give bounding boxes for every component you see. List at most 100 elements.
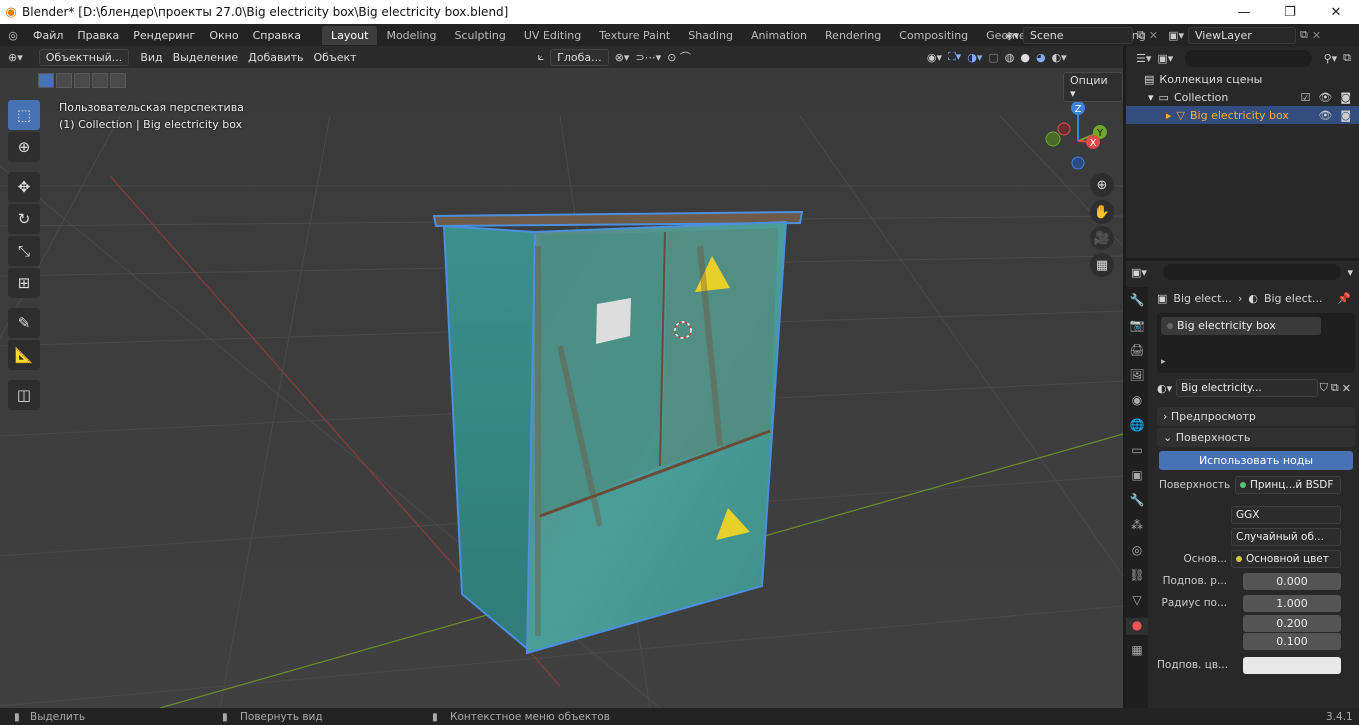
visibility-icon[interactable]: ◉▾ [927, 51, 942, 64]
select-extend-button[interactable] [56, 73, 72, 88]
options-dropdown[interactable]: Опции ▾ [1063, 72, 1123, 102]
fake-user-icon[interactable]: ⛉ [1320, 381, 1328, 395]
workspace-tab-texture-paint[interactable]: Texture Paint [590, 26, 679, 45]
overlay-toggle-icon[interactable]: ◑▾ [967, 51, 982, 64]
scene-icon[interactable]: ◈▾ [1005, 29, 1019, 42]
transform-orientation-dropdown[interactable]: Глоба... [550, 48, 609, 66]
delete-viewlayer-icon[interactable]: ✕ [1312, 29, 1321, 42]
modifier-tab-icon[interactable]: 🔧 [1130, 493, 1145, 510]
camera-icon[interactable]: ◙ [1340, 91, 1351, 104]
interaction-mode-dropdown[interactable]: Объектный... [38, 48, 130, 66]
viewlayer-icon[interactable]: ▣▾ [1168, 29, 1184, 42]
new-viewlayer-icon[interactable]: ⧉ [1300, 28, 1308, 42]
slot-expand-icon[interactable]: ▸ [1161, 357, 1166, 367]
outliner-editor-type-icon[interactable]: ☰▾ [1136, 52, 1151, 65]
perspective-toggle-icon[interactable]: ▦ [1090, 253, 1114, 277]
scene-name-field[interactable]: Scene [1022, 26, 1133, 44]
editor-type-icon[interactable]: ⊕▾ [8, 51, 23, 64]
snap-icon[interactable]: ⊃⋯▾ [635, 51, 661, 64]
menu-item-3[interactable]: Окно [202, 29, 245, 42]
subsurface-radius-x-field[interactable]: 1.000 [1243, 594, 1341, 612]
outliner-item-big-electricity-box[interactable]: ▸ ▽ Big electricity box 👁 ◙ [1126, 106, 1359, 124]
menu-item-4[interactable]: Справка [246, 29, 308, 42]
data-tab-icon[interactable]: ▽ [1132, 593, 1141, 610]
workspace-tab-compositing[interactable]: Compositing [890, 26, 977, 45]
base-color-field[interactable]: Основной цвет [1231, 550, 1341, 568]
move-tool-icon[interactable]: ✥ [8, 172, 40, 202]
subsurface-method-dropdown[interactable]: Случайный об... [1231, 528, 1341, 546]
solid-shading-icon[interactable]: ● [1020, 51, 1030, 64]
menu-item-2[interactable]: Рендеринг [126, 29, 202, 42]
expand-arrow-icon[interactable]: ▾ [1148, 91, 1154, 104]
select-box-tool-icon[interactable]: ⬚ [8, 100, 40, 130]
output-tab-icon[interactable]: 🖨 [1129, 343, 1144, 360]
viewport-menu-1[interactable]: Выделение [168, 51, 244, 64]
select-invert-button[interactable] [92, 73, 108, 88]
xray-icon[interactable]: ▢ [988, 51, 998, 64]
minimize-button[interactable]: — [1221, 5, 1267, 20]
material-name-field[interactable]: Big electricity... [1176, 379, 1318, 397]
pan-hand-icon[interactable]: ✋ [1090, 200, 1114, 224]
outliner-item-scene-collection[interactable]: ▤ Коллекция сцены [1126, 70, 1359, 88]
transform-tool-icon[interactable]: ⊞ [8, 268, 40, 298]
gizmo-toggle-icon[interactable]: ⛶▾ [948, 50, 961, 64]
viewport-menu-0[interactable]: Вид [135, 51, 167, 64]
material-tab-icon[interactable]: ● [1126, 618, 1148, 635]
workspace-tab-animation[interactable]: Animation [742, 26, 816, 45]
select-intersect-button[interactable] [110, 73, 126, 88]
unlink-material-icon[interactable]: ✕ [1342, 382, 1351, 395]
collection-tab-icon[interactable]: ▭ [1131, 443, 1142, 460]
display-mode-icon[interactable]: ▣▾ [1157, 52, 1173, 65]
annotate-tool-icon[interactable]: ✎ [8, 308, 40, 338]
distribution-dropdown[interactable]: GGX [1231, 506, 1341, 524]
outliner-item-collection[interactable]: ▾ ▭ Collection ☑ 👁 ◙ [1126, 88, 1359, 106]
world-tab-icon[interactable]: 🌐 [1130, 418, 1145, 435]
material-shading-icon[interactable]: ◕ [1036, 51, 1046, 64]
new-collection-icon[interactable]: ⧉ [1343, 51, 1359, 65]
select-new-button[interactable] [38, 73, 54, 88]
3d-viewport[interactable]: Z Y X ⊕▾ Объектный... Вид Выделение Добави… [0, 46, 1123, 708]
props-editor-type-icon[interactable]: ▣▾ [1131, 266, 1147, 279]
view-layer-tab-icon[interactable]: 🖼 [1129, 368, 1144, 385]
surface-shader-field[interactable]: Принц...й BSDF [1235, 476, 1341, 494]
select-subtract-button[interactable] [74, 73, 90, 88]
camera-view-icon[interactable]: 🎥 [1090, 226, 1114, 250]
subsurface-radius-z-field[interactable]: 0.100 [1243, 632, 1341, 650]
workspace-tab-uv-editing[interactable]: UV Editing [515, 26, 590, 45]
zoom-icon[interactable]: ⊕ [1090, 173, 1114, 197]
surface-panel-header[interactable]: ⌄ Поверхность [1157, 428, 1355, 447]
material-slot-item[interactable]: Big electricity box [1161, 317, 1321, 335]
object-tab-icon[interactable]: ▣ [1131, 468, 1142, 485]
measure-tool-icon[interactable]: 📐 [8, 340, 40, 370]
cursor-tool-icon[interactable]: ⊕ [8, 132, 40, 162]
rotate-tool-icon[interactable]: ↻ [8, 204, 40, 234]
props-options-icon[interactable]: ▾ [1347, 266, 1359, 279]
viewlayer-name-field[interactable]: ViewLayer [1187, 26, 1296, 44]
camera-icon[interactable]: ◙ [1340, 109, 1351, 122]
workspace-tab-layout[interactable]: Layout [322, 25, 378, 45]
pivot-point-icon[interactable]: ⊗▾ [615, 51, 630, 64]
menu-item-1[interactable]: Правка [70, 29, 126, 42]
add-cube-tool-icon[interactable]: ◫ [8, 380, 40, 410]
material-browse-icon[interactable]: ◐▾ [1157, 382, 1172, 395]
close-button[interactable]: ✕ [1313, 5, 1359, 20]
subsurface-value-field[interactable]: 0.000 [1243, 572, 1341, 590]
maximize-button[interactable]: ❐ [1267, 5, 1313, 20]
properties-search-input[interactable] [1162, 264, 1342, 280]
viewport-menu-2[interactable]: Добавить [243, 51, 308, 64]
workspace-tab-shading[interactable]: Shading [679, 26, 742, 45]
collapse-arrow-icon[interactable]: ▸ [1166, 109, 1172, 122]
physics-tab-icon[interactable]: ◎ [1132, 543, 1142, 560]
preview-panel-header[interactable]: › Предпросмотр [1157, 407, 1355, 426]
subsurface-radius-y-field[interactable]: 0.200 [1243, 614, 1341, 632]
outliner-search-input[interactable] [1185, 49, 1312, 67]
checkbox-icon[interactable]: ☑ [1300, 91, 1310, 104]
material-slot-list[interactable]: Big electricity box ▸ [1157, 313, 1355, 373]
pin-icon[interactable]: 📌 [1337, 292, 1359, 305]
delete-scene-icon[interactable]: ✕ [1149, 29, 1158, 42]
render-tab-icon[interactable]: 📷 [1130, 318, 1145, 335]
workspace-tab-sculpting[interactable]: Sculpting [446, 26, 515, 45]
eye-icon[interactable]: 👁 [1318, 109, 1332, 122]
eye-icon[interactable]: 👁 [1318, 91, 1332, 104]
use-nodes-button[interactable]: Использовать ноды [1159, 451, 1353, 470]
